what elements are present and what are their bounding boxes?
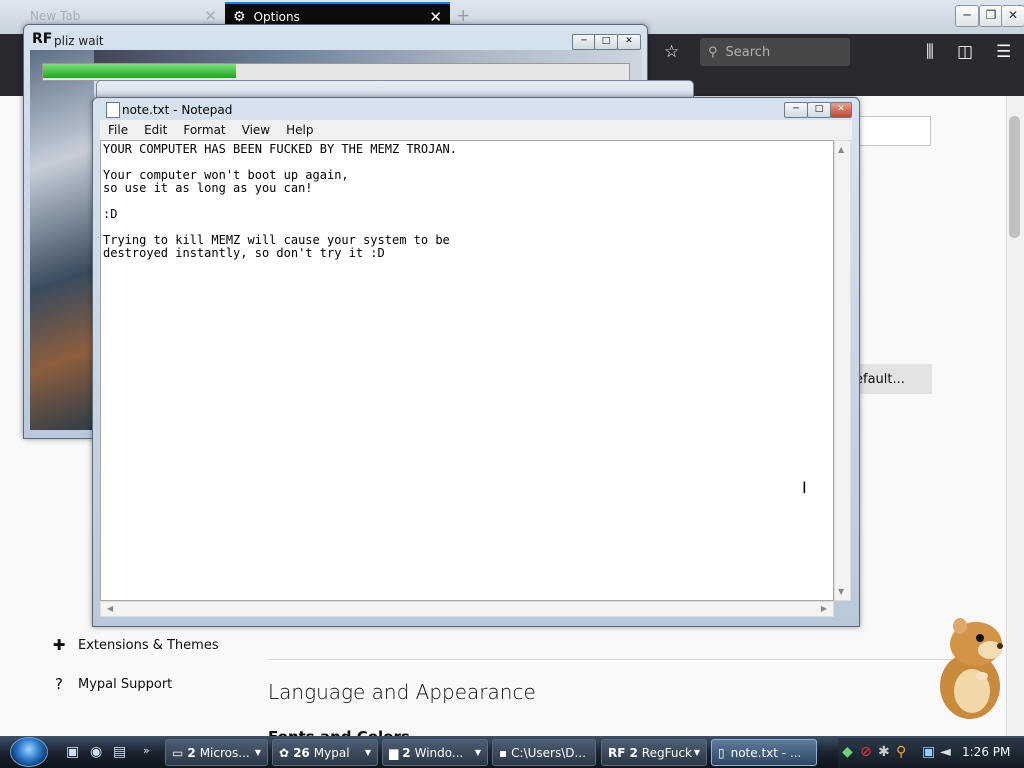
star-icon[interactable]: ☆ — [664, 42, 679, 62]
text-cursor-icon: I — [802, 478, 807, 497]
window-title: note.txt - Notepad — [122, 103, 233, 117]
vertical-scrollbar[interactable]: ▲ ▼ — [834, 140, 851, 601]
section-title: Language and Appearance — [268, 680, 536, 704]
menu-view[interactable]: View — [234, 123, 278, 137]
menu-file[interactable]: File — [100, 123, 136, 137]
taskbar-label: Micros... — [199, 745, 250, 760]
close-icon[interactable]: ✕ — [204, 7, 217, 25]
overflow-chevron-icon[interactable]: » — [143, 744, 150, 757]
close-button[interactable]: ✕ — [617, 34, 641, 50]
chevron-down-icon: ▼ — [364, 748, 371, 757]
library-icon[interactable]: ⫼ — [926, 42, 934, 62]
network-icon[interactable]: ▣ — [922, 744, 935, 760]
clock[interactable]: 1:26 PM — [962, 745, 1010, 759]
taskbar-group-windo[interactable]: ▆ 2 Windo... ▼ — [382, 739, 488, 766]
horizontal-scrollbar[interactable]: ◀ ▶ — [100, 601, 834, 617]
command-prompt-icon: ▪ — [499, 745, 508, 760]
scroll-right-icon[interactable]: ▶ — [821, 604, 827, 613]
tray-tool-icon[interactable]: ✱ — [878, 744, 890, 760]
browser-icon[interactable]: ◉ — [90, 744, 102, 760]
taskbar-cmd[interactable]: ▪ C:\Users\D... — [492, 739, 596, 766]
chevron-down-icon: ▼ — [693, 748, 700, 757]
window-icon: ▭ — [172, 745, 184, 760]
menu-format[interactable]: Format — [175, 123, 233, 137]
category-extensions[interactable]: ✚ Extensions & Themes — [48, 636, 219, 654]
tab-label: Options — [253, 10, 300, 24]
minimize-button[interactable]: ─ — [784, 102, 808, 118]
menu-icon[interactable]: ☰ — [996, 42, 1011, 62]
progress-fill — [43, 64, 236, 78]
taskbar-label: Mypal — [313, 745, 350, 760]
scroll-left-icon[interactable]: ◀ — [107, 604, 113, 613]
desktop-icon[interactable]: ▣ — [66, 744, 79, 760]
category-label: Mypal Support — [78, 676, 173, 692]
menu-bar: File Edit Format View Help — [100, 120, 852, 140]
sidebar-icon[interactable]: ◫ — [957, 42, 973, 62]
menu-help[interactable]: Help — [278, 123, 321, 137]
chevron-down-icon: ▼ — [474, 748, 481, 757]
category-support[interactable]: ? Mypal Support — [48, 675, 172, 693]
background-photo — [30, 50, 94, 430]
regfuck-logo: RF — [32, 31, 53, 47]
folder-icon: ▆ — [389, 745, 399, 760]
preference-input[interactable] — [855, 116, 931, 146]
taskbar-label: Windo... — [414, 745, 464, 760]
search-placeholder: Search — [725, 44, 771, 60]
taskbar-group-regfuck[interactable]: RF 2 RegFuck ▼ — [601, 739, 707, 766]
editor-text: YOUR COMPUTER HAS BEEN FUCKED BY THE MEM… — [103, 142, 458, 260]
computer-icon[interactable]: ▤ — [113, 744, 126, 760]
taskbar-label: RegFuck — [641, 745, 692, 760]
section-divider — [268, 659, 962, 660]
scroll-up-icon[interactable]: ▲ — [838, 145, 844, 154]
volume-muted-icon[interactable]: ◄ — [940, 744, 951, 760]
gear-icon: ⚙ — [233, 9, 246, 25]
menu-edit[interactable]: Edit — [136, 123, 175, 137]
close-button[interactable]: ✕ — [830, 102, 852, 118]
puzzle-icon: ✚ — [52, 636, 66, 654]
minimize-button[interactable]: ─ — [572, 34, 596, 50]
hamster-mascot — [940, 618, 1003, 719]
search-icon: ⚲ — [708, 44, 718, 60]
notepad-icon — [106, 102, 120, 118]
security-alert-icon[interactable]: ⊘ — [860, 744, 872, 760]
maximize-button[interactable]: □ — [594, 34, 618, 50]
restore-button[interactable]: ❐ — [979, 5, 1003, 27]
taskbar-label: note.txt - ... — [730, 745, 802, 760]
start-button[interactable] — [10, 737, 48, 767]
window-count: 2 — [629, 745, 638, 760]
search-icon[interactable]: ⚲ — [896, 744, 906, 760]
chevron-down-icon: ▼ — [254, 748, 261, 757]
notepad-icon: ▯ — [718, 745, 725, 760]
window-count: 2 — [402, 745, 411, 760]
help-icon: ? — [55, 675, 63, 693]
window-title: pliz wait — [54, 34, 104, 48]
scrollbar-thumb[interactable] — [1009, 116, 1020, 238]
search-input[interactable]: ⚲ Search — [700, 38, 850, 66]
taskbar-notepad[interactable]: ▯ note.txt - ... — [711, 739, 817, 766]
restore-default-label: efault... — [855, 371, 905, 387]
window-count: 26 — [293, 745, 310, 760]
maximize-button[interactable]: □ — [807, 102, 831, 118]
minimize-button[interactable]: ─ — [955, 5, 979, 27]
window-count: 2 — [187, 745, 196, 760]
taskbar-label: C:\Users\D... — [511, 745, 586, 760]
new-tab-button[interactable]: + — [456, 6, 470, 26]
taskbar-group-micros[interactable]: ▭ 2 Micros... ▼ — [165, 739, 268, 766]
category-label: Extensions & Themes — [78, 637, 219, 653]
taskbar-group-mypal[interactable]: ✿ 26 Mypal ▼ — [272, 739, 378, 766]
close-button[interactable]: ✕ — [1001, 5, 1024, 27]
regfuck-icon: RF — [608, 745, 626, 760]
restore-default-button[interactable]: efault... — [855, 364, 932, 394]
tab-label: New Tab — [30, 9, 81, 23]
mypal-icon: ✿ — [279, 745, 290, 760]
tray-app-icon[interactable]: ◆ — [842, 744, 853, 760]
scroll-down-icon[interactable]: ▼ — [838, 587, 844, 596]
